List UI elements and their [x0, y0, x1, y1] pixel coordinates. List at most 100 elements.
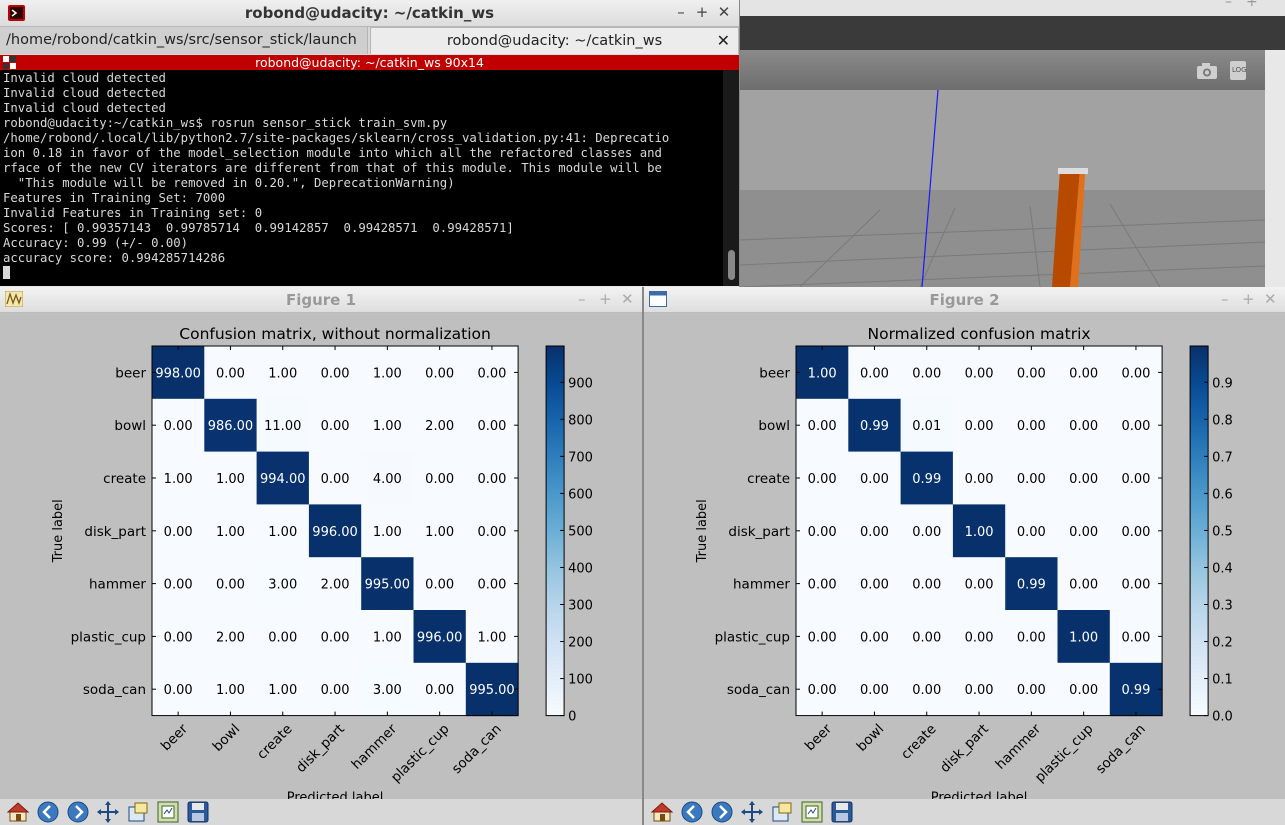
x-tick-label: soda_can: [1093, 721, 1149, 777]
gazebo-3d-view[interactable]: [740, 90, 1265, 287]
back-button[interactable]: [36, 800, 60, 824]
y-tick-label: beer: [115, 365, 146, 381]
x-tick-label: bowl: [210, 721, 244, 755]
figure2-titlebar: Figure 2 – + ✕: [644, 287, 1285, 313]
terminal-line: /home/robond/.local/lib/python2.7/site-p…: [3, 131, 670, 145]
subplots-button[interactable]: [800, 800, 824, 824]
colorbar-tick-label: 0.7: [1212, 450, 1233, 465]
cell-value-label: 0.00: [808, 472, 837, 487]
forward-button[interactable]: [66, 800, 90, 824]
figure2-plot-area[interactable]: Normalized confusion matrix 1.00 0.00 0.00 0…: [644, 313, 1285, 799]
maximize-icon[interactable]: +: [1242, 290, 1255, 308]
cell-value-label: 0.00: [268, 630, 297, 645]
subplots-button[interactable]: [156, 800, 180, 824]
home-button[interactable]: [650, 800, 674, 824]
y-tick-label: create: [103, 471, 146, 487]
close-tab-icon[interactable]: ✕: [717, 28, 730, 54]
y-tick-label: disk_part: [728, 524, 790, 540]
cell-value-label: 1.00: [216, 472, 245, 487]
scrollbar-thumb[interactable]: [728, 250, 735, 280]
cell-value-label: 996.00: [312, 525, 358, 540]
close-icon[interactable]: ✕: [715, 3, 733, 21]
home-icon: [650, 802, 674, 822]
cell-value-label: 0.00: [1121, 366, 1150, 381]
cell-value-label: 0.00: [912, 525, 941, 540]
zoom-button[interactable]: [770, 800, 794, 824]
forward-icon: [67, 801, 89, 823]
x-tick-label: beer: [802, 721, 835, 754]
maximize-icon[interactable]: +: [599, 290, 612, 308]
cell-value-label: 0.00: [1121, 472, 1150, 487]
log-icon[interactable]: LOG: [1228, 60, 1248, 82]
back-icon: [681, 801, 703, 823]
cell-value-label: 0.00: [1121, 525, 1150, 540]
y-tick-label: hammer: [89, 577, 146, 593]
cell-value-label: 0.00: [216, 366, 245, 381]
pan-button[interactable]: [740, 800, 764, 824]
cell-value-label: 3.00: [268, 578, 297, 593]
camera-icon[interactable]: [1196, 62, 1218, 80]
figure2-title: Figure 2: [929, 291, 1000, 309]
cell-value-label: 1.00: [373, 366, 402, 381]
minimize-icon[interactable]: –: [672, 3, 690, 21]
cell-value-label: 0.00: [1121, 630, 1150, 645]
cell-value-label: 0.00: [216, 578, 245, 593]
tab-catkin-ws[interactable]: robond@udacity: ~/catkin_ws ✕: [370, 27, 739, 54]
minimize-icon[interactable]: –: [578, 290, 586, 308]
cell-value-label: 2.00: [425, 419, 454, 434]
y-tick-label: create: [747, 471, 790, 487]
cell-value-label: 0.00: [965, 683, 994, 698]
figure1-plot-area[interactable]: Confusion matrix, without normalization 9…: [0, 313, 642, 799]
tab-launch[interactable]: /home/robond/catkin_ws/src/sensor_stick/…: [0, 27, 368, 54]
subplots-icon: [801, 801, 823, 823]
colorbar-tick-label: 0.9: [1212, 376, 1233, 391]
y-axis-label: True label: [51, 499, 66, 563]
gazebo-menubar: [740, 16, 1285, 50]
colorbar-tick-label: 0.4: [1212, 561, 1233, 576]
cell-value-label: 1.00: [216, 525, 245, 540]
cell-value-label: 0.00: [477, 472, 506, 487]
colorbar-tick-label: 200: [568, 636, 593, 651]
save-button[interactable]: [186, 800, 210, 824]
cell-value-label: 0.00: [1017, 419, 1046, 434]
figure1-toolbar: [0, 799, 642, 825]
cell-value-label: 994.00: [260, 472, 306, 487]
minimize-icon[interactable]: –: [1225, 0, 1232, 10]
figure1-window: Figure 1 – + ✕ Confusion matrix, without…: [0, 287, 644, 825]
cell-value-label: 0.00: [1069, 578, 1098, 593]
maximize-icon[interactable]: +: [1246, 0, 1258, 10]
cell-value-label: 0.00: [164, 683, 193, 698]
forward-button[interactable]: [710, 800, 734, 824]
terminal-output[interactable]: Invalid cloud detected Invalid cloud det…: [0, 70, 723, 286]
tab-label: robond@udacity: ~/catkin_ws: [446, 33, 663, 49]
save-button[interactable]: [830, 800, 854, 824]
close-icon[interactable]: ✕: [1264, 290, 1277, 308]
close-icon[interactable]: ✕: [621, 290, 634, 308]
y-tick-label: bowl: [114, 418, 146, 434]
cell-value-label: 0.00: [1069, 419, 1098, 434]
zoom-button[interactable]: [126, 800, 150, 824]
pan-icon: [97, 801, 119, 823]
pan-button[interactable]: [96, 800, 120, 824]
home-button[interactable]: [6, 800, 30, 824]
cell-value-label: 0.00: [477, 419, 506, 434]
cell-value-label: 998.00: [155, 366, 201, 381]
colorbar-tick-label: 700: [568, 450, 593, 465]
back-button[interactable]: [680, 800, 704, 824]
terminal-line: accuracy score: 0.994285714286: [3, 251, 226, 265]
cell-value-label: 0.99: [1017, 578, 1046, 593]
maximize-icon[interactable]: +: [693, 3, 711, 21]
cell-value-label: 0.00: [1017, 366, 1046, 381]
minimize-icon[interactable]: –: [1221, 290, 1229, 308]
cell-value-label: 0.99: [860, 419, 889, 434]
x-tick-label: create: [898, 721, 940, 763]
confusion-matrix-chart: Confusion matrix, without normalization 9…: [51, 325, 593, 799]
terminal-line: robond@udacity:~/catkin_ws$ rosrun senso…: [3, 116, 448, 130]
home-icon: [6, 802, 30, 822]
terminal-scrollbar[interactable]: [723, 70, 739, 286]
terminal-menu-icon[interactable]: [3, 56, 16, 69]
cell-value-label: 0.00: [425, 366, 454, 381]
cell-value-label: 1.00: [164, 472, 193, 487]
terminal-subtitle: robond@udacity: ~/catkin_ws 90x14: [255, 55, 484, 70]
svg-text:LOG: LOG: [1232, 66, 1247, 74]
